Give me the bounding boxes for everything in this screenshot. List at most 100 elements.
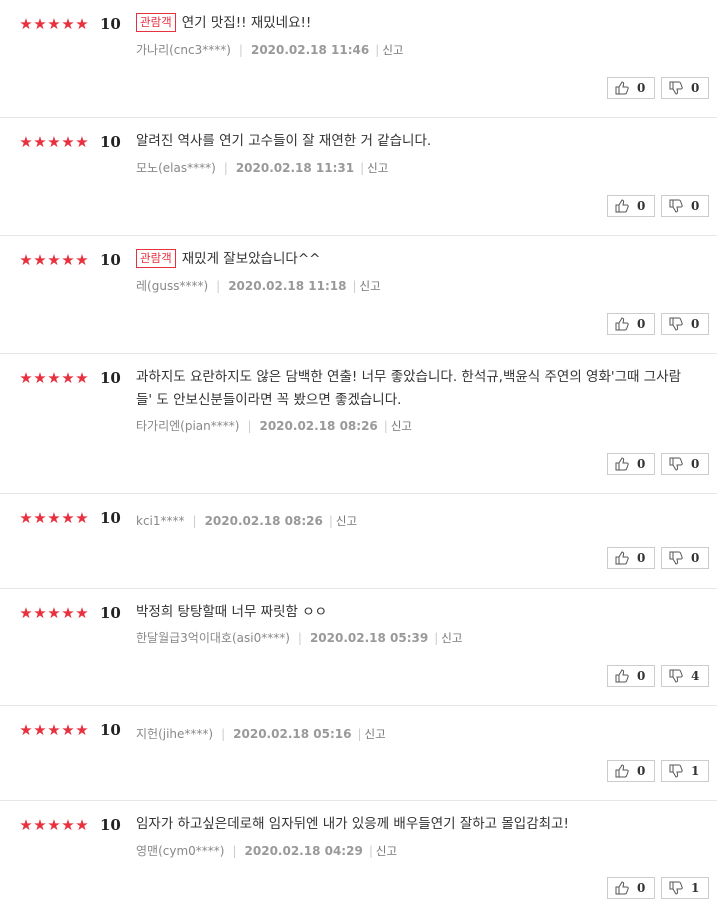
rating-score: 10 [100, 509, 121, 527]
star-icon: ★ [33, 721, 47, 739]
star-icon: ★ [75, 15, 89, 33]
dislike-button[interactable]: 0 [661, 453, 709, 475]
review-meta: 영맨(cym0****) | 2020.02.18 04:29 | 신고 [136, 843, 397, 859]
like-button[interactable]: 0 [607, 665, 655, 687]
star-icon: ★ [75, 369, 89, 387]
report-link[interactable]: 신고 [391, 419, 412, 433]
star-rating: ★★★★★ [19, 368, 89, 388]
like-button[interactable]: 0 [607, 195, 655, 217]
report-link[interactable]: 신고 [441, 631, 462, 645]
star-icon: ★ [75, 251, 89, 269]
like-button[interactable]: 0 [607, 313, 655, 335]
star-icon: ★ [33, 251, 47, 269]
report-link[interactable]: 신고 [336, 514, 357, 528]
vote-buttons: 01 [607, 877, 717, 899]
thumbs-down-icon [669, 457, 683, 471]
dislike-count: 0 [691, 457, 700, 471]
review-body: 알려진 역사를 연기 고수들이 잘 재연한 거 같습니다. [136, 133, 432, 149]
review-date: 2020.02.18 04:29 [244, 844, 363, 858]
like-count: 0 [637, 881, 646, 895]
rating-score: 10 [100, 251, 121, 269]
dislike-count: 0 [691, 199, 700, 213]
review-body: 임자가 하고싶은데로해 임자뒤엔 내가 있응께 배우들연기 잘하고 몰입감최고! [136, 816, 569, 832]
thumbs-down-icon [669, 317, 683, 331]
like-count: 0 [637, 199, 646, 213]
meta-divider: | [360, 161, 365, 175]
star-icon: ★ [61, 816, 75, 834]
meta-divider: | [221, 727, 226, 741]
like-button[interactable]: 0 [607, 877, 655, 899]
thumbs-down-icon [669, 764, 683, 778]
dislike-button[interactable]: 1 [661, 877, 709, 899]
review-date: 2020.02.18 11:18 [228, 279, 347, 293]
star-icon: ★ [19, 604, 33, 622]
thumbs-up-icon [615, 764, 629, 778]
like-button[interactable]: 0 [607, 453, 655, 475]
report-link[interactable]: 신고 [367, 161, 388, 175]
meta-divider: | [247, 419, 252, 433]
star-icon: ★ [33, 816, 47, 834]
dislike-button[interactable]: 0 [661, 313, 709, 335]
star-icon: ★ [75, 721, 89, 739]
thumbs-down-icon [669, 81, 683, 95]
like-button[interactable]: 0 [607, 77, 655, 99]
star-icon: ★ [47, 369, 61, 387]
like-count: 0 [637, 669, 646, 683]
review-text: 관람객 연기 맛집!! 재밌네요!! [136, 12, 686, 35]
review-item: ★★★★★ 10 관람객 재밌게 잘보았습니다^^ 레(guss****) | 2020.0… [0, 236, 717, 354]
like-button[interactable]: 0 [607, 760, 655, 782]
author-name[interactable]: 가나리(cnc3****) [136, 43, 231, 57]
review-text: 박정희 탕탕할때 너무 짜릿함 ㅇㅇ [136, 601, 686, 624]
dislike-button[interactable]: 0 [661, 195, 709, 217]
author-name[interactable]: kci1**** [136, 514, 185, 528]
author-name[interactable]: 한달월급3억이대호(asi0****) [136, 631, 290, 645]
dislike-button[interactable]: 1 [661, 760, 709, 782]
review-date: 2020.02.18 11:46 [250, 43, 370, 57]
vote-buttons: 00 [607, 547, 717, 569]
report-link[interactable]: 신고 [382, 43, 403, 57]
report-link[interactable]: 신고 [360, 279, 381, 293]
star-icon: ★ [33, 509, 47, 527]
dislike-count: 0 [691, 317, 700, 331]
report-link[interactable]: 신고 [365, 727, 386, 741]
vote-buttons: 00 [607, 77, 717, 99]
review-body: 박정희 탕탕할때 너무 짜릿함 ㅇㅇ [136, 604, 328, 620]
star-rating: ★★★★★ [19, 720, 89, 740]
author-name[interactable]: 타가리엔(pian****) [136, 419, 239, 433]
dislike-button[interactable]: 0 [661, 77, 709, 99]
like-count: 0 [637, 551, 646, 565]
review-date: 2020.02.18 08:26 [204, 514, 323, 528]
star-rating: ★★★★★ [19, 132, 89, 152]
rating-score: 10 [100, 604, 121, 622]
meta-divider: | [328, 514, 333, 528]
author-name[interactable]: 모노(elas****) [136, 161, 216, 175]
report-link[interactable]: 신고 [376, 844, 397, 858]
meta-divider: | [192, 514, 197, 528]
like-button[interactable]: 0 [607, 547, 655, 569]
star-icon: ★ [19, 15, 33, 33]
author-name[interactable]: 지헌(jihe****) [136, 727, 213, 741]
thumbs-up-icon [615, 199, 629, 213]
author-name[interactable]: 영맨(cym0****) [136, 844, 224, 858]
meta-divider: | [223, 161, 228, 175]
star-icon: ★ [61, 604, 75, 622]
star-rating: ★★★★★ [19, 603, 89, 623]
thumbs-down-icon [669, 669, 683, 683]
author-name[interactable]: 레(guss****) [136, 279, 208, 293]
vote-buttons: 01 [607, 760, 717, 782]
dislike-button[interactable]: 0 [661, 547, 709, 569]
dislike-button[interactable]: 4 [661, 665, 709, 687]
star-rating: ★★★★★ [19, 14, 89, 34]
review-body: 과하지도 요란하지도 않은 담백한 연출! 너무 좋았습니다. 한석규,백윤식 … [136, 369, 681, 408]
review-item: ★★★★★ 10 지헌(jihe****) | 2020.02.18 05:16 | 신고 0… [0, 706, 717, 801]
rating-score: 10 [100, 721, 121, 739]
thumbs-up-icon [615, 881, 629, 895]
review-text: 과하지도 요란하지도 않은 담백한 연출! 너무 좋았습니다. 한석규,백윤식 … [136, 366, 686, 412]
review-meta: 한달월급3억이대호(asi0****) | 2020.02.18 05:39 | 신고 [136, 630, 462, 646]
thumbs-down-icon [669, 199, 683, 213]
review-meta: 레(guss****) | 2020.02.18 11:18 | 신고 [136, 278, 381, 294]
review-date: 2020.02.18 08:26 [259, 419, 378, 433]
review-item: ★★★★★ 10 관람객 연기 맛집!! 재밌네요!! 가나리(cnc3****) | 20… [0, 0, 717, 118]
star-icon: ★ [33, 15, 47, 33]
star-rating: ★★★★★ [19, 815, 89, 835]
